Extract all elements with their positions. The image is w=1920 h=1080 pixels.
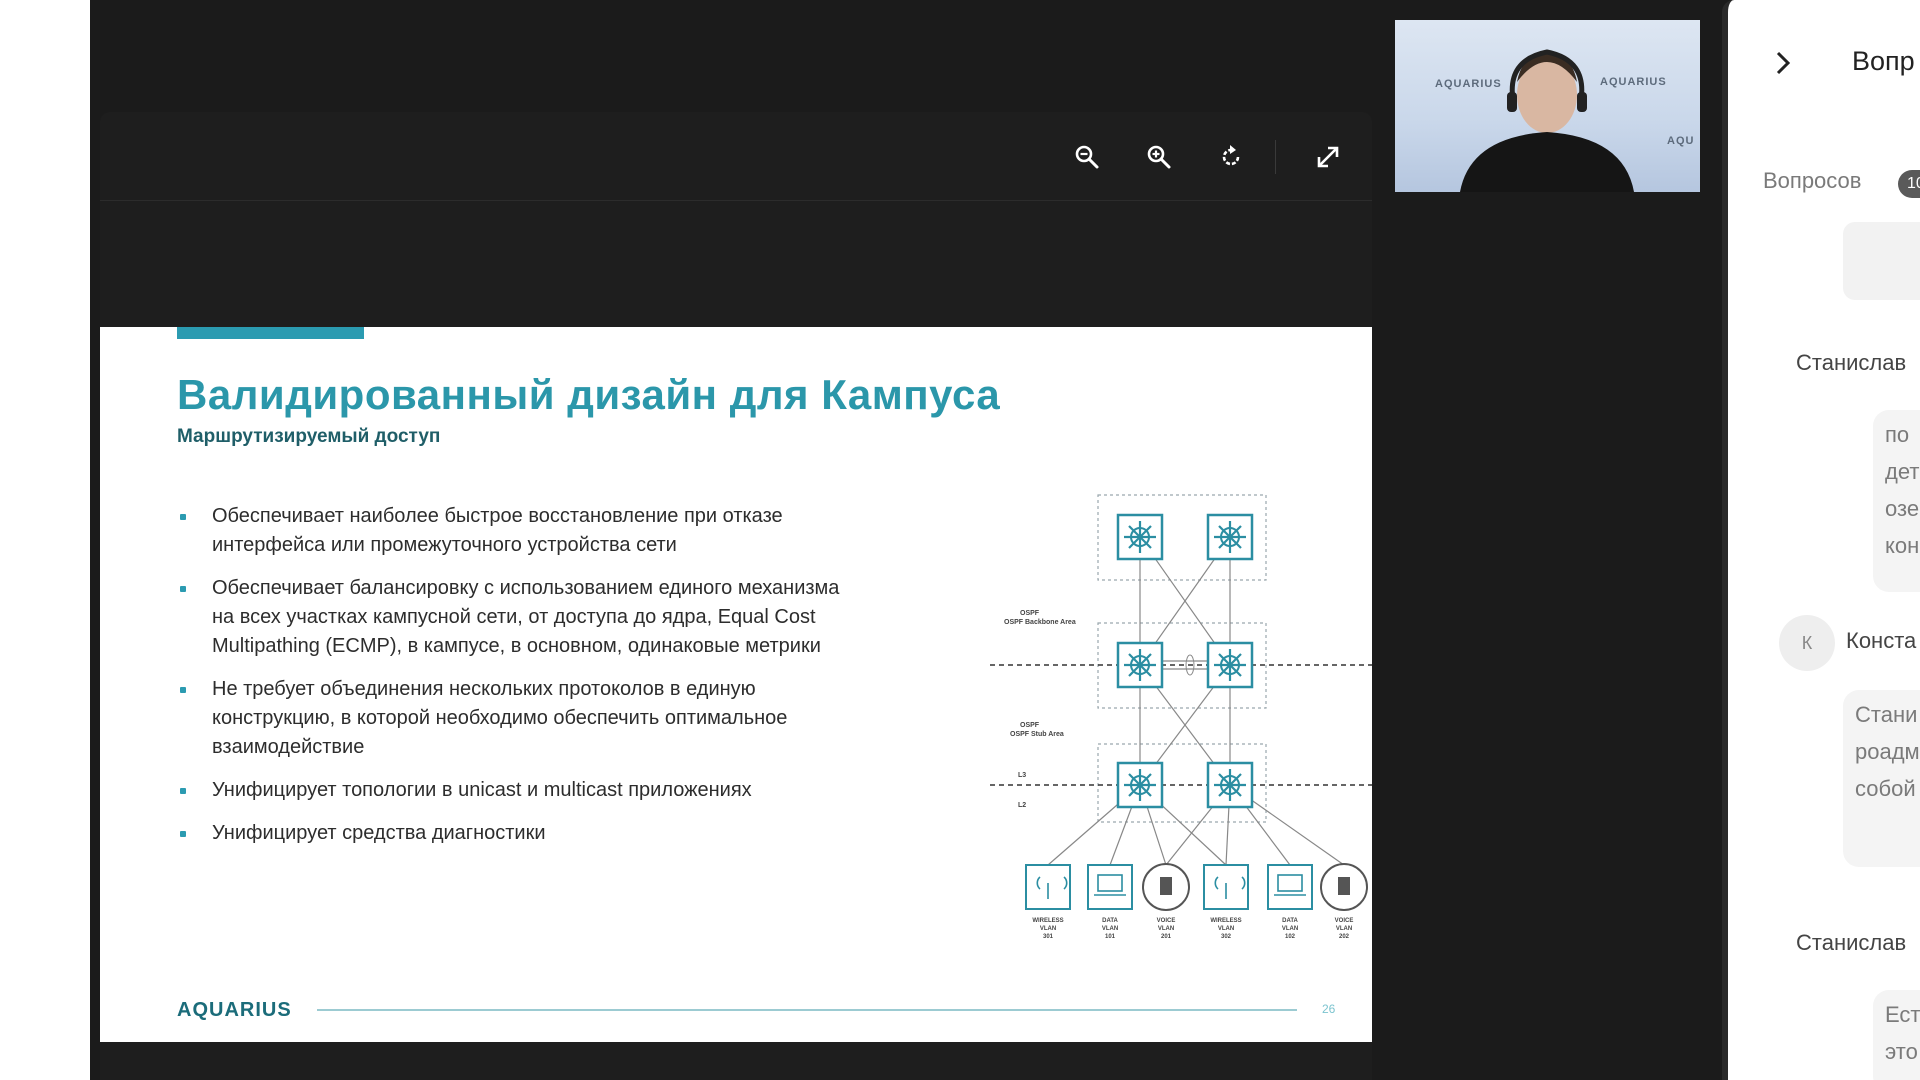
bullet-item: Не требует объединения нескольких проток… (177, 675, 867, 762)
endpoint-label: VLAN (1282, 926, 1298, 932)
speaker-silhouette (1460, 49, 1634, 192)
laptop-icon (1267, 864, 1313, 910)
zoom-in-icon (1147, 145, 1171, 169)
network-topology-diagram: OSPF OSPF Backbone Area OSPF OSPF Stub A… (990, 494, 1372, 940)
endpoint-label: WIRELESS (1032, 918, 1063, 924)
bullet-item: Обеспечивает балансировку с использовани… (177, 574, 867, 661)
slide-bullet-list: Обеспечивает наиболее быстрое восстановл… (177, 502, 867, 862)
question-bubble[interactable]: Стани роадм собой (1843, 690, 1920, 867)
question-author: Конста (1846, 628, 1917, 653)
endpoint-label: 101 (1105, 934, 1116, 940)
chevron-right-icon (1776, 51, 1791, 75)
left-margin (0, 0, 90, 1080)
slide-title: Валидированный дизайн для Кампуса (177, 371, 1001, 418)
slide-page-number: 26 (1322, 1002, 1336, 1016)
endpoint-label: DATA (1282, 918, 1298, 924)
slide-footer-logo: AQUARIUS (177, 999, 292, 1021)
questions-count-badge: 10 (1898, 170, 1920, 198)
question-bubble[interactable]: Ест это (1873, 990, 1920, 1080)
endpoint-label: VLAN (1158, 926, 1174, 932)
question-author: Станислав (1796, 350, 1907, 375)
diagram-area-label-stub-sub: OSPF Stub Area (1010, 731, 1064, 738)
questions-panel: Вопр Вопросов 10 Станислав по дет озе ко… (1722, 0, 1920, 1080)
zoom-in-button[interactable] (1142, 140, 1176, 174)
speaker-video-tile[interactable]: AQUARIUS AQUARIUS AQU (1395, 20, 1700, 192)
diagram-area-label-backbone: OSPF (1020, 610, 1040, 617)
viewer-toolbar (100, 112, 1372, 201)
laptop-icon (1087, 864, 1133, 910)
slide-accent-bar (177, 327, 364, 339)
fullscreen-button[interactable] (1311, 140, 1345, 174)
rotate-button[interactable] (1214, 140, 1248, 174)
bullet-item: Унифицирует средства диагностики (177, 819, 867, 848)
endpoint-label: 301 (1043, 934, 1054, 940)
toolbar-separator (1275, 140, 1276, 174)
bullet-item: Унифицирует топологии в unicast и multic… (177, 776, 867, 805)
slide-footer-divider (317, 1009, 1297, 1011)
endpoint-label: VLAN (1102, 926, 1118, 932)
question-author: Станислав (1796, 930, 1907, 955)
diagram-area-label-stub: OSPF (1020, 722, 1040, 729)
questions-count-label: Вопросов (1763, 168, 1862, 193)
question-input[interactable] (1843, 222, 1920, 300)
endpoint-label: WIRELESS (1210, 918, 1241, 924)
diagram-area-label-backbone-sub: OSPF Backbone Area (1004, 619, 1076, 626)
panel-title: Вопр (1852, 46, 1915, 76)
presentation-viewer: Валидированный дизайн для Кампуса Маршру… (100, 112, 1372, 1080)
endpoint-label: VOICE (1157, 918, 1176, 924)
slide-subtitle: Маршрутизируемый доступ (177, 426, 441, 447)
avatar: К (1779, 615, 1835, 671)
diagram-layer-label-l3: L3 (1018, 772, 1026, 779)
endpoint-label: 102 (1285, 934, 1296, 940)
diagram-layer-label-l2: L2 (1018, 802, 1026, 809)
endpoint-label: VLAN (1336, 926, 1352, 932)
zoom-out-icon (1075, 145, 1099, 169)
question-bubble[interactable]: по дет озе кон (1873, 410, 1920, 592)
endpoint-label: 302 (1221, 934, 1232, 940)
endpoint-label: VOICE (1335, 918, 1354, 924)
slide: Валидированный дизайн для Кампуса Маршру… (100, 327, 1372, 1042)
endpoint-label: VLAN (1218, 926, 1234, 932)
endpoint-label: VLAN (1040, 926, 1056, 932)
collapse-panel-button[interactable] (1772, 48, 1794, 83)
endpoint-label: DATA (1102, 918, 1118, 924)
zoom-out-button[interactable] (1070, 140, 1104, 174)
endpoint-label: 202 (1339, 934, 1350, 940)
endpoint-label: 201 (1161, 934, 1172, 940)
bullet-item: Обеспечивает наиболее быстрое восстановл… (177, 502, 867, 560)
rotate-icon (1222, 145, 1240, 166)
fullscreen-icon (1317, 146, 1339, 168)
